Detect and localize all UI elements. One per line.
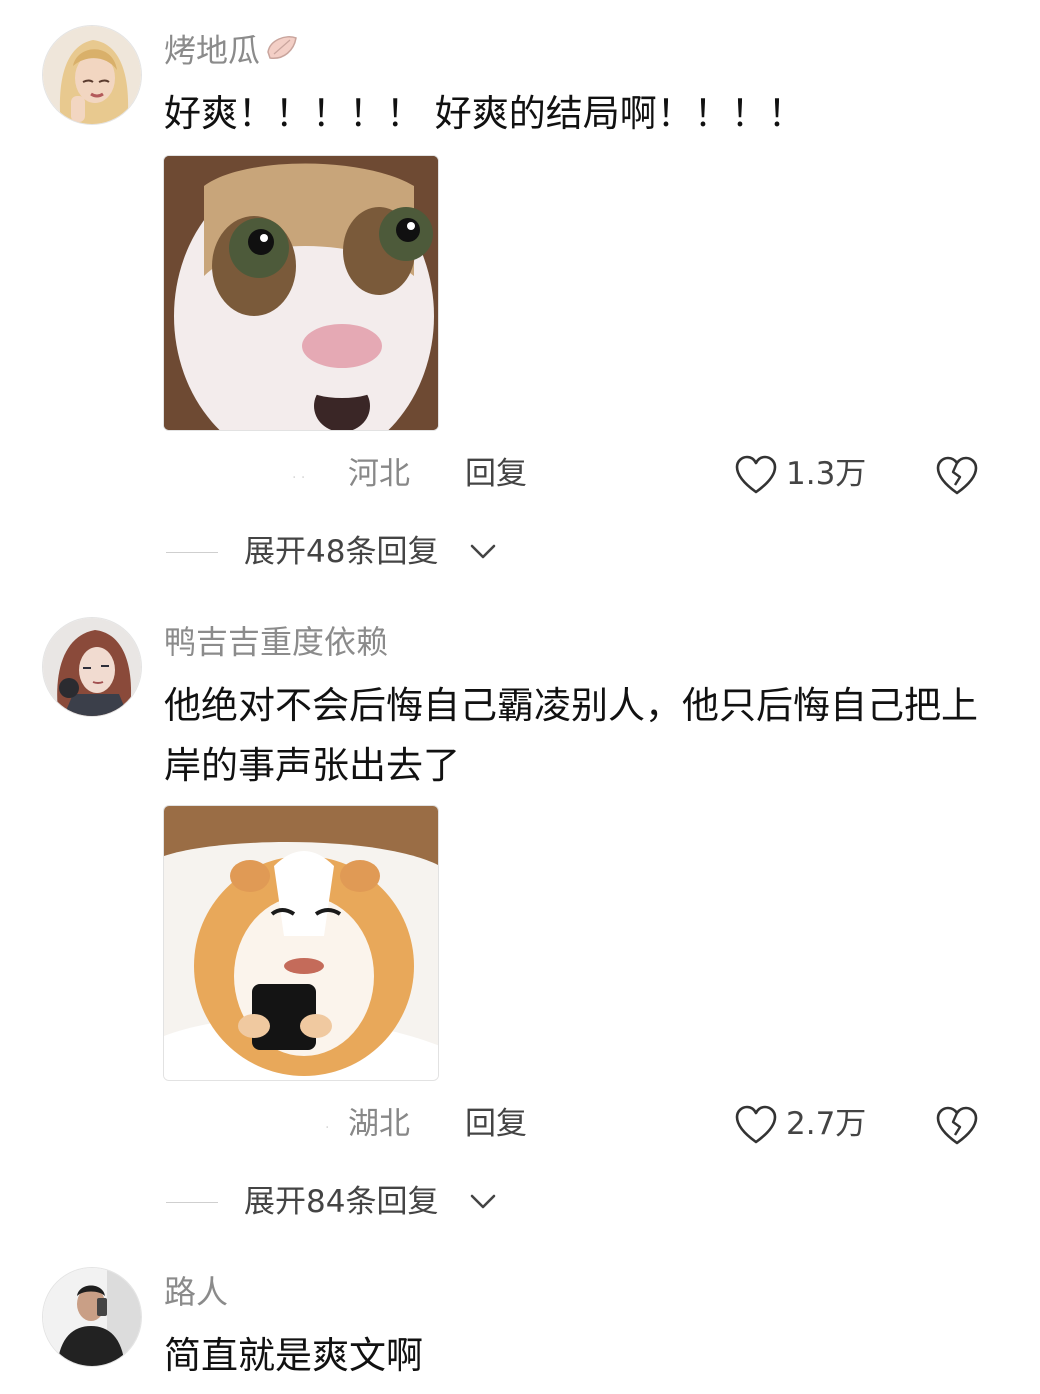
region-label: 河北: [348, 456, 410, 492]
reply-button[interactable]: 回复: [465, 1102, 527, 1146]
comment-meta: · 湖北 回复 2.7万: [0, 1100, 1040, 1150]
like-count: 1.3万: [786, 456, 867, 492]
comment-text: 他绝对不会后悔自己霸凌别人，他只后悔自己把上岸的事声张出去了: [164, 684, 978, 787]
like-count: 2.7万: [786, 1106, 867, 1142]
divider-line: [166, 552, 218, 553]
divider-line: [166, 1202, 218, 1203]
shell-emoji-icon: [264, 30, 300, 75]
blurred-timestamp: · ·: [292, 470, 306, 486]
reply-button[interactable]: 回复: [465, 452, 527, 496]
comment-meta: · · 河北 回复 1.3万: [0, 450, 1040, 500]
comment-text: 好爽！！！！！ 好爽的结局啊！！！！: [164, 92, 805, 135]
broken-heart-icon[interactable]: [935, 453, 979, 501]
chevron-down-icon[interactable]: [469, 542, 497, 566]
username[interactable]: 鸭吉吉重度依赖: [164, 622, 388, 662]
username[interactable]: 烤地瓜: [164, 30, 300, 75]
expand-replies-label[interactable]: 展开48条回复: [244, 530, 438, 574]
comment-text: 简直就是爽文啊: [164, 1334, 423, 1377]
heart-icon[interactable]: [734, 454, 778, 500]
username[interactable]: 路人: [164, 1272, 228, 1312]
user-avatar[interactable]: [42, 1267, 142, 1367]
chevron-down-icon[interactable]: [469, 1192, 497, 1216]
surprised-cat-sticker[interactable]: [163, 155, 439, 431]
expand-replies[interactable]: 展开48条回复: [0, 530, 1040, 574]
expand-replies[interactable]: 展开84条回复: [0, 1180, 1040, 1224]
heart-icon[interactable]: [734, 1104, 778, 1150]
user-avatar[interactable]: [42, 25, 142, 125]
region-label: 湖北: [348, 1106, 410, 1142]
broken-heart-icon[interactable]: [935, 1103, 979, 1151]
expand-replies-label[interactable]: 展开84条回复: [244, 1180, 438, 1224]
user-avatar[interactable]: [42, 617, 142, 717]
hamster-phone-sticker[interactable]: [163, 805, 439, 1081]
